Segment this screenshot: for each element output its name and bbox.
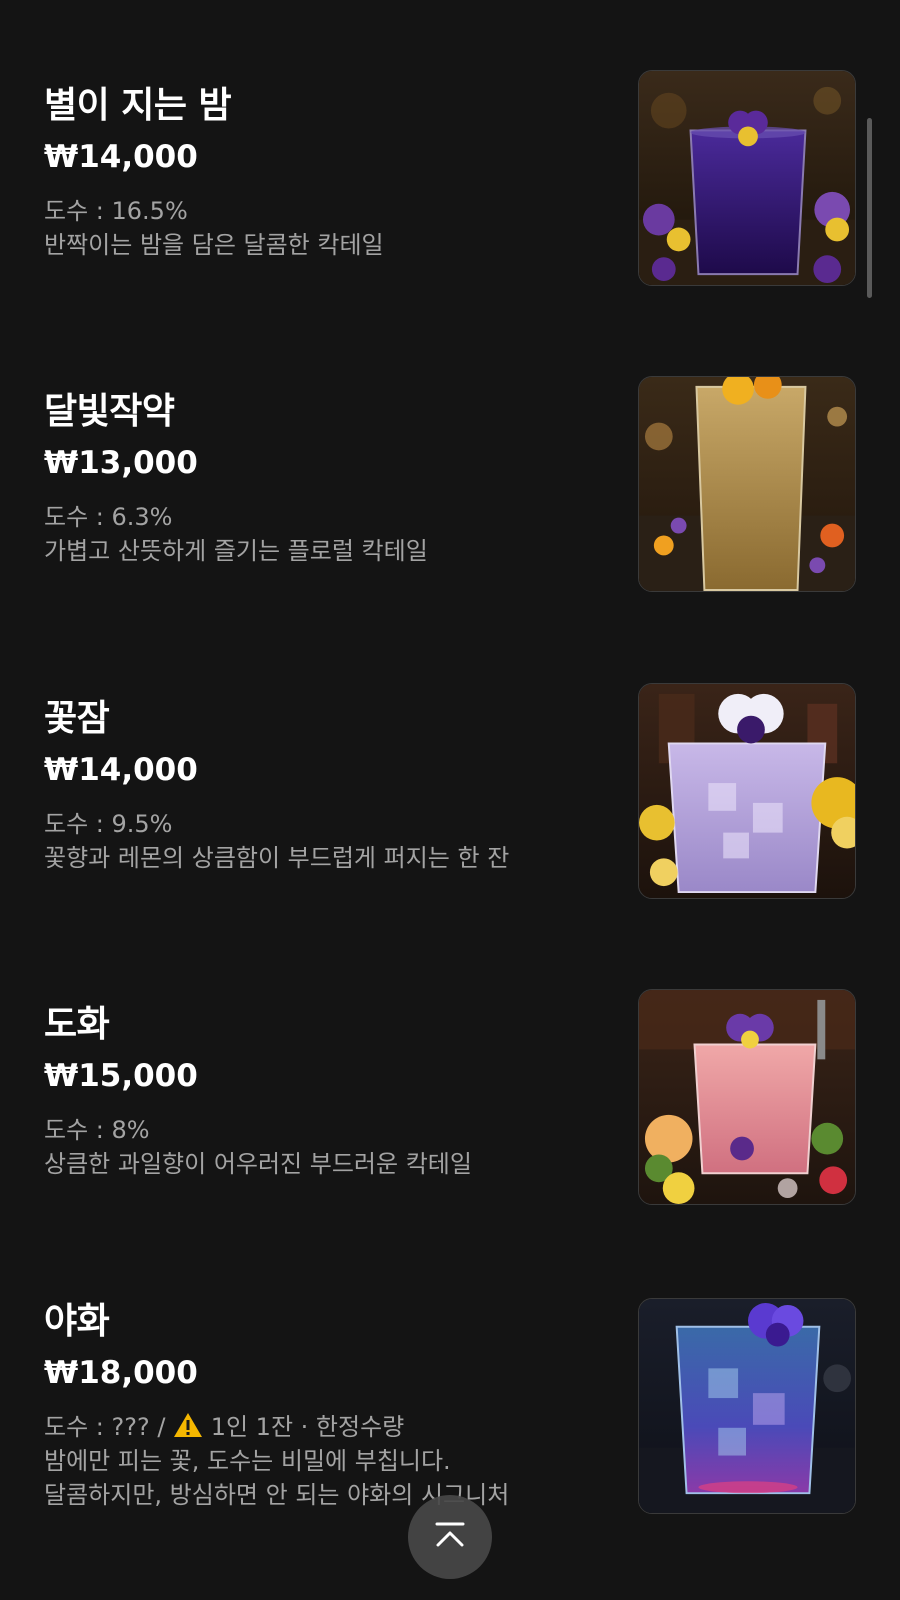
- menu-item-abv: 도수 : ??? / 1인 1잔 · 한정수량: [44, 1410, 604, 1444]
- menu-item-dohwa[interactable]: 도화 ₩15,000 도수 : 8% 상큼한 과일향이 어우러진 부드러운 칵테…: [0, 989, 900, 1219]
- menu-item-text: 꽃잠 ₩14,000 도수 : 9.5% 꽃향과 레몬의 상큼함이 부드럽게 퍼…: [44, 697, 604, 875]
- menu-item-text: 도화 ₩15,000 도수 : 8% 상큼한 과일향이 어우러진 부드러운 칵테…: [44, 1003, 604, 1181]
- menu-list: 별이 지는 밤 ₩14,000 도수 : 16.5% 반짝이는 밤을 담은 달콤…: [0, 0, 900, 1600]
- cocktail-image: [639, 684, 855, 898]
- menu-item-image[interactable]: [638, 70, 856, 286]
- menu-item-byeori-jineun-bam[interactable]: 별이 지는 밤 ₩14,000 도수 : 16.5% 반짝이는 밤을 담은 달콤…: [0, 70, 900, 300]
- menu-item-abv: 도수 : 6.3%: [44, 503, 173, 531]
- menu-item-image[interactable]: [638, 683, 856, 899]
- scrollbar[interactable]: [867, 118, 872, 298]
- scroll-to-top-button[interactable]: [408, 1495, 492, 1579]
- menu-item-price: ₩18,000: [44, 1355, 198, 1391]
- chevron-up-icon: [433, 1521, 467, 1553]
- menu-item-description: 가볍고 산뜻하게 즐기는 플로럴 칵테일: [44, 537, 428, 565]
- cocktail-image: [639, 990, 855, 1204]
- menu-item-name: 별이 지는 밤: [44, 85, 232, 126]
- menu-item-name: 달빛작약: [44, 391, 175, 432]
- cocktail-image: [639, 1299, 855, 1513]
- menu-item-abv-notice: 1인 1잔 · 한정수량: [210, 1413, 405, 1441]
- warning-icon: [173, 1412, 203, 1438]
- menu-item-kkotjam[interactable]: 꽃잠 ₩14,000 도수 : 9.5% 꽃향과 레몬의 상큼함이 부드럽게 퍼…: [0, 683, 900, 913]
- menu-item-price: ₩14,000: [44, 752, 198, 788]
- menu-item-description: 상큼한 과일향이 어우러진 부드러운 칵테일: [44, 1150, 472, 1178]
- menu-item-description: 밤에만 피는 꽃, 도수는 비밀에 부칩니다.: [44, 1447, 451, 1475]
- menu-item-description: 꽃향과 레몬의 상큼함이 부드럽게 퍼지는 한 잔: [44, 844, 510, 872]
- menu-item-abv: 도수 : 16.5%: [44, 197, 188, 225]
- menu-item-abv: 도수 : 8%: [44, 1116, 150, 1144]
- menu-item-name: 꽃잠: [44, 698, 110, 739]
- menu-item-abv: 도수 : 9.5%: [44, 810, 173, 838]
- menu-item-text: 달빛작약 ₩13,000 도수 : 6.3% 가볍고 산뜻하게 즐기는 플로럴 …: [44, 390, 604, 568]
- menu-item-dalbit-jakyak[interactable]: 달빛작약 ₩13,000 도수 : 6.3% 가볍고 산뜻하게 즐기는 플로럴 …: [0, 376, 900, 606]
- menu-item-abv-value: 도수 : ??? /: [44, 1413, 174, 1441]
- menu-item-price: ₩13,000: [44, 445, 198, 481]
- menu-item-text: 야화 ₩18,000 도수 : ??? / 1인 1잔 · 한정수량 밤에만 피…: [44, 1300, 604, 1512]
- menu-item-image[interactable]: [638, 376, 856, 592]
- menu-item-image[interactable]: [638, 989, 856, 1205]
- menu-item-price: ₩14,000: [44, 139, 198, 175]
- menu-item-description: 반짝이는 밤을 담은 달콤한 칵테일: [44, 231, 384, 259]
- menu-item-name: 도화: [44, 1004, 110, 1045]
- menu-item-image[interactable]: [638, 1298, 856, 1514]
- cocktail-image: [639, 71, 855, 285]
- menu-item-name: 야화: [44, 1301, 110, 1342]
- menu-item-text: 별이 지는 밤 ₩14,000 도수 : 16.5% 반짝이는 밤을 담은 달콤…: [44, 84, 604, 262]
- cocktail-image: [639, 377, 855, 591]
- menu-item-price: ₩15,000: [44, 1058, 198, 1094]
